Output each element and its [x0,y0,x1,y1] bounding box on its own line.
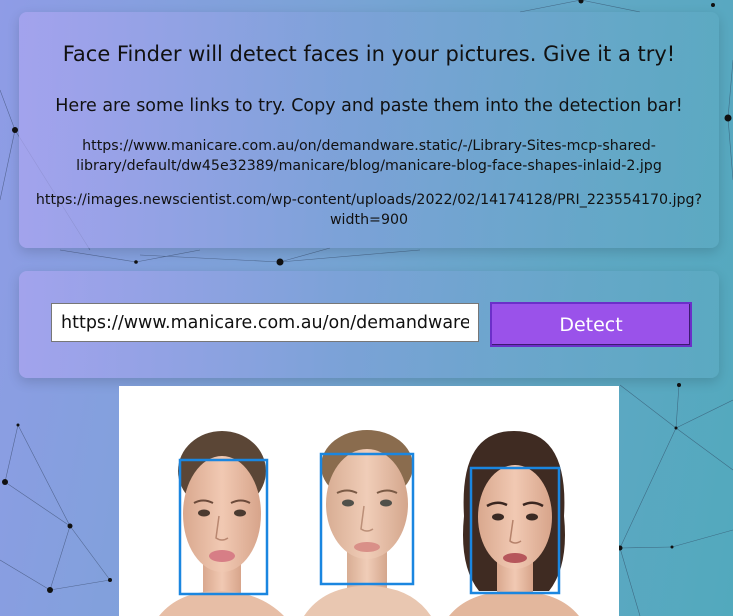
example-link-2: https://images.newscientist.com/wp-conte… [35,192,703,228]
example-link-1: https://www.manicare.com.au/on/demandwar… [76,138,662,174]
instructions-text: Here are some links to try. Copy and pas… [55,96,683,116]
info-card: Face Finder will detect faces in your pi… [19,12,719,248]
page-title: Face Finder will detect faces in your pi… [62,42,676,66]
faces-photo [119,386,619,616]
image-url-input[interactable] [51,303,479,342]
result-image [119,386,619,616]
detect-button[interactable]: Detect [490,302,692,347]
detection-bar: Detect [19,271,719,378]
